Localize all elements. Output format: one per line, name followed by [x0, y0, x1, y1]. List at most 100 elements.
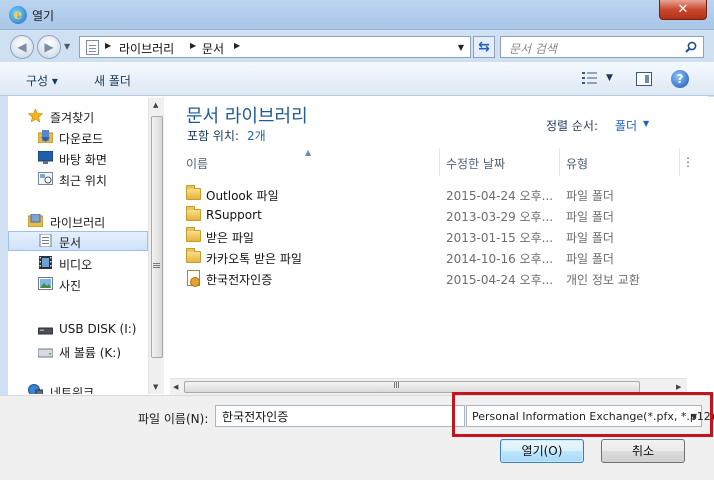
nav-item-downloads[interactable]: 다운로드	[8, 127, 148, 147]
file-date: 2014-10-16 오후...	[446, 252, 554, 266]
file-date: 2015-04-24 오후...	[446, 273, 554, 287]
scroll-left-icon[interactable]: ◀	[173, 383, 178, 391]
view-options-dropdown-icon[interactable]: ▼	[606, 73, 613, 83]
download-folder-icon	[38, 130, 53, 143]
internet-explorer-icon: e	[9, 6, 27, 24]
change-view-icon[interactable]	[582, 71, 598, 85]
file-type: 파일 폴더	[566, 252, 614, 266]
scrollbar-grip	[394, 382, 395, 388]
nav-label: 새 볼륨 (K:)	[59, 346, 122, 360]
folder-icon	[186, 227, 201, 242]
nav-item-desktop[interactable]: 바탕 화면	[8, 148, 148, 168]
folder-icon	[186, 206, 201, 221]
search-input[interactable]: 문서 검색	[500, 36, 704, 58]
file-type: 파일 폴더	[566, 210, 614, 224]
includes-locations-link[interactable]: 2개	[247, 127, 266, 144]
recent-pages-dropdown[interactable]: ▼	[64, 42, 70, 51]
scroll-down-icon[interactable]: ▼	[153, 383, 158, 391]
file-type: 개인 정보 교환	[566, 273, 640, 287]
file-row[interactable]: Outlook 파일 2015-04-24 오후... 파일 폴더	[182, 184, 712, 205]
back-button[interactable]: ◀	[10, 35, 34, 59]
nav-item-documents[interactable]: 문서	[8, 231, 148, 251]
arrange-by-label: 정렬 순서:	[546, 119, 599, 133]
address-dropdown-icon[interactable]: ▼	[458, 43, 464, 52]
libraries-icon	[28, 214, 43, 227]
nav-label: 다운로드	[59, 132, 104, 146]
arrange-by-chevron-icon[interactable]: ▼	[643, 119, 649, 128]
nav-item-usb-disk[interactable]: USB DISK (I:)	[8, 319, 148, 339]
desktop-icon	[38, 151, 53, 164]
nav-label: 문서	[59, 236, 82, 250]
command-bar: 구성 ▾ 새 폴더 ▼ ?	[0, 62, 714, 96]
file-date: 2013-03-29 오후...	[446, 210, 554, 224]
nav-label: 네트워크	[50, 386, 95, 394]
open-button[interactable]: 열기(O)	[500, 439, 584, 463]
nav-label: 라이브러리	[50, 216, 106, 230]
file-row[interactable]: RSupport 2013-03-29 오후... 파일 폴더	[182, 205, 712, 226]
search-placeholder: 문서 검색	[509, 42, 557, 56]
nav-label: 즐겨찾기	[50, 111, 95, 125]
navigation-pane-scrollbar[interactable]: ▲ ▼	[148, 98, 164, 394]
documents-icon	[39, 234, 52, 247]
file-name: 받은 파일	[206, 231, 254, 245]
breadcrumb-libraries[interactable]: 라이브러리	[119, 40, 174, 57]
nav-item-recent-places[interactable]: 최근 위치	[8, 169, 148, 189]
column-header-name[interactable]: 이름	[180, 148, 440, 176]
column-header-overflow[interactable]: ⋮	[680, 148, 710, 176]
folder-icon	[186, 185, 201, 200]
scrollbar-grip	[153, 263, 160, 264]
nav-item-videos[interactable]: 비디오	[8, 253, 148, 273]
close-button[interactable]: ✕	[659, 0, 707, 20]
file-type: 파일 폴더	[566, 231, 614, 245]
file-type: 파일 폴더	[566, 189, 614, 203]
breadcrumb-separator-icon[interactable]: ▶	[105, 41, 111, 50]
help-icon[interactable]: ?	[671, 70, 689, 88]
file-name: Outlook 파일	[206, 189, 279, 203]
scroll-up-icon[interactable]: ▲	[153, 101, 158, 109]
certificate-icon	[187, 270, 200, 287]
forward-button[interactable]: ▶	[37, 35, 61, 59]
file-list-pane: 문서 라이브러리 포함 위치: 2개 정렬 순서: 폴더 ▼ ▲ 이름 수정한 …	[170, 97, 714, 394]
breadcrumb-separator-icon[interactable]: ▶	[234, 41, 240, 50]
search-icon[interactable]	[685, 41, 697, 53]
nav-item-network[interactable]: 네트워크	[8, 381, 148, 394]
file-name-label: 파일 이름(N):	[138, 412, 209, 426]
new-folder-button[interactable]: 새 폴더	[94, 72, 131, 89]
nav-label: 비디오	[59, 258, 93, 272]
column-header-date-modified[interactable]: 수정한 날짜	[440, 148, 560, 176]
organize-menu[interactable]: 구성 ▾	[26, 72, 58, 89]
recent-places-icon	[38, 172, 53, 185]
preview-pane-icon[interactable]	[636, 72, 652, 86]
breadcrumb-documents[interactable]: 문서	[202, 40, 224, 57]
file-name: 카카오톡 받은 파일	[206, 252, 302, 266]
video-icon	[39, 256, 52, 269]
usb-drive-icon	[38, 327, 53, 335]
file-row[interactable]: 한국전자인증 2015-04-24 오후... 개인 정보 교환	[182, 268, 712, 289]
file-name: RSupport	[206, 208, 262, 222]
breadcrumb-separator-icon[interactable]: ▶	[190, 41, 196, 50]
documents-location-icon	[86, 40, 99, 55]
file-row[interactable]: 받은 파일 2013-01-15 오후... 파일 폴더	[182, 226, 712, 247]
network-icon	[28, 384, 43, 394]
nav-item-pictures[interactable]: 사진	[8, 274, 148, 294]
annotation-highlight-box	[452, 392, 713, 437]
nav-label: 최근 위치	[59, 174, 107, 188]
arrange-by-dropdown[interactable]: 폴더	[615, 117, 637, 134]
scroll-right-icon[interactable]: ▶	[676, 383, 681, 391]
nav-item-libraries[interactable]: 라이브러리	[8, 211, 148, 231]
cancel-button[interactable]: 취소	[601, 439, 685, 463]
file-date: 2013-01-15 오후...	[446, 231, 554, 245]
navigation-pane: 즐겨찾기 다운로드 바탕 화면 최근 위치 라이브러리 문서 비디오 사진 US…	[8, 97, 164, 394]
pictures-icon	[38, 277, 53, 290]
scrollbar-thumb[interactable]	[151, 116, 163, 358]
folder-icon	[186, 248, 201, 263]
file-row[interactable]: 카카오톡 받은 파일 2014-10-16 오후... 파일 폴더	[182, 247, 712, 268]
column-header-type[interactable]: 유형	[560, 148, 680, 176]
window-title: 열기	[32, 9, 55, 23]
address-bar[interactable]: ▶ 라이브러리 ▶ 문서 ▶ ▼	[79, 36, 471, 58]
file-name-input[interactable]	[215, 405, 465, 427]
nav-item-new-volume[interactable]: 새 볼륨 (K:)	[8, 341, 148, 361]
nav-item-favorites[interactable]: 즐겨찾기	[8, 106, 148, 126]
refresh-button[interactable]: ⇆	[473, 36, 495, 58]
nav-label: 바탕 화면	[59, 153, 107, 167]
